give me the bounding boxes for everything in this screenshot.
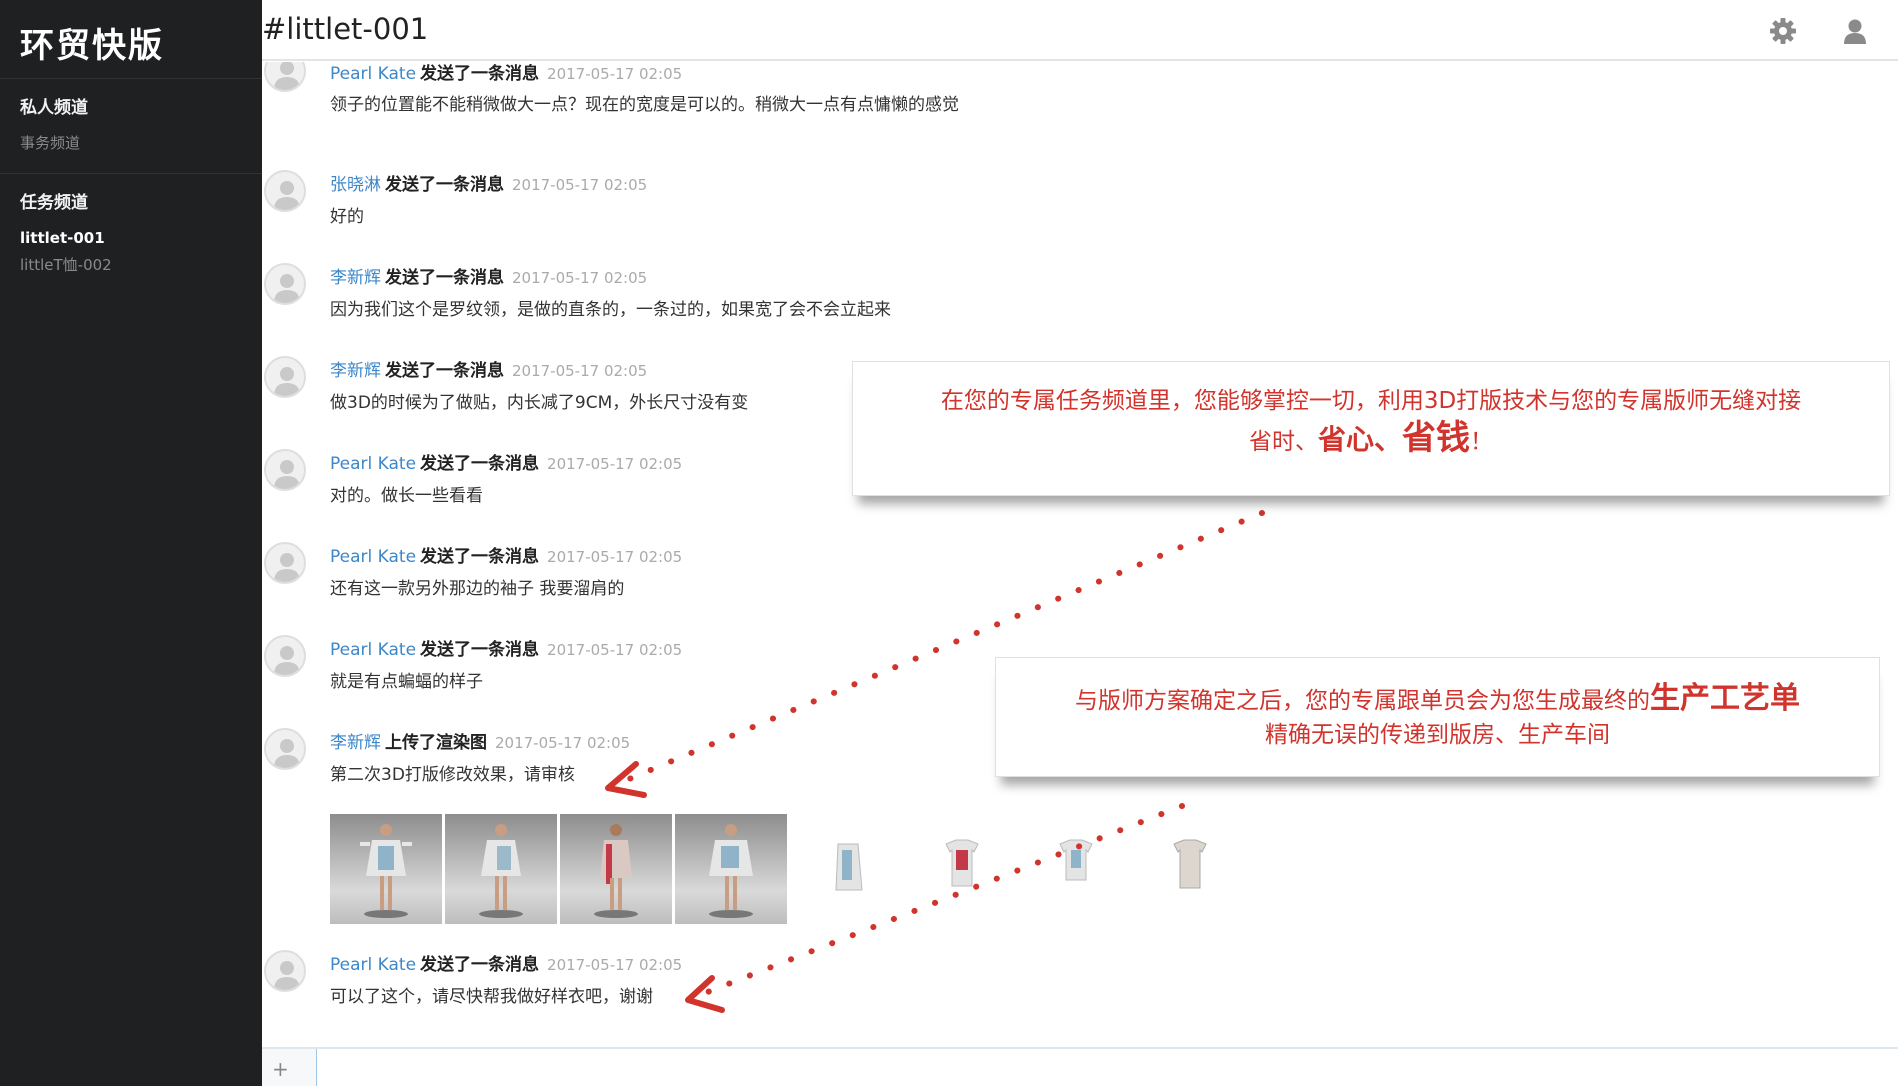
message-text: 可以了这个，请尽快帮我做好样衣吧，谢谢: [330, 987, 653, 1007]
avatar[interactable]: [264, 635, 306, 677]
message-header: 李新辉 发送了一条消息 2017-05-17 02:05: [330, 263, 647, 288]
render-thumbnail[interactable]: [675, 814, 787, 924]
message-author[interactable]: 李新辉: [330, 361, 381, 381]
message-time: 2017-05-17 02:05: [495, 734, 631, 752]
callout-process-sheet: 与版师方案确定之后，您的专属跟单员会为您生成最终的生产工艺单 精确无误的传递到版…: [995, 657, 1880, 777]
message-author[interactable]: Pearl Kate: [330, 64, 416, 84]
callout-emphasis: 生产工艺单: [1650, 681, 1800, 716]
garment-thumbnail[interactable]: [1170, 836, 1210, 896]
avatar[interactable]: [264, 263, 306, 305]
message-author[interactable]: Pearl Kate: [330, 640, 416, 660]
message-author[interactable]: Pearl Kate: [330, 547, 416, 567]
avatar[interactable]: [264, 356, 306, 398]
message-author[interactable]: 张晓淋: [330, 175, 381, 195]
avatar[interactable]: [264, 62, 306, 92]
message-time: 2017-05-17 02:05: [512, 269, 648, 287]
callout-slogan: 省时、省心、省钱！: [853, 418, 1889, 462]
message-header: 李新辉 上传了渲染图 2017-05-17 02:05: [330, 728, 630, 753]
message-action: 发送了一条消息: [420, 64, 540, 84]
task-channels-section: 任务频道 littlet-001 littleT恤-002: [0, 174, 262, 290]
avatar[interactable]: [264, 728, 306, 770]
add-attachment-button[interactable]: +: [272, 1057, 289, 1081]
message-list: Pearl Kate 发送了一条消息 2017-05-17 02:05 领子的位置能…: [262, 62, 1898, 1047]
message-composer: +: [262, 1047, 1898, 1086]
avatar[interactable]: [264, 950, 306, 992]
message-input[interactable]: [316, 1049, 1898, 1086]
message-text: 领子的位置能不能稍微做大一点？现在的宽度是可以的。稍微大一点有点慵懒的感觉: [330, 95, 959, 115]
message-action: 发送了一条消息: [420, 547, 540, 567]
message-action: 发送了一条消息: [385, 268, 504, 288]
callout-task-channel: 在您的专属任务频道里，您能够掌控一切，利用3D打版技术与您的专属版师无缝对接 省…: [852, 361, 1890, 496]
slogan-end: ！: [1470, 429, 1493, 455]
task-channels-title: 任务频道: [20, 193, 88, 213]
callout-line: 与版师方案确定之后，您的专属跟单员会为您生成最终的生产工艺单: [996, 682, 1879, 718]
message-header: Pearl Kate 发送了一条消息 2017-05-17 02:05: [330, 449, 682, 474]
render-thumbnail[interactable]: [330, 814, 442, 924]
message-time: 2017-05-17 02:05: [512, 176, 648, 194]
garment-thumbnail[interactable]: [828, 840, 868, 900]
slogan-save-worry: 省心、: [1317, 423, 1402, 456]
user-icon[interactable]: [1840, 16, 1870, 46]
sidebar-item-affairs[interactable]: 事务频道: [20, 128, 262, 159]
message-action: 上传了渲染图: [385, 733, 487, 753]
message-text: 好的: [330, 207, 364, 227]
message-time: 2017-05-17 02:05: [512, 362, 648, 380]
gear-icon[interactable]: [1768, 16, 1798, 46]
message-header: 张晓淋 发送了一条消息 2017-05-17 02:05: [330, 170, 647, 195]
message-header: 李新辉 发送了一条消息 2017-05-17 02:05: [330, 356, 647, 381]
callout-line: 在您的专属任务频道里，您能够掌控一切，利用3D打版技术与您的专属版师无缝对接: [940, 388, 1802, 414]
message-author[interactable]: Pearl Kate: [330, 955, 416, 975]
callout-line: 精确无误的传递到版房、生产车间: [1265, 722, 1610, 748]
avatar[interactable]: [264, 170, 306, 212]
avatar[interactable]: [264, 449, 306, 491]
garment-thumbnail[interactable]: [1056, 836, 1096, 896]
message-time: 2017-05-17 02:05: [547, 641, 683, 659]
slogan-save-money: 省钱: [1402, 418, 1470, 458]
sidebar: 环贸快版 私人频道 事务频道 任务频道 littlet-001 littleT恤…: [0, 0, 262, 1086]
message-time: 2017-05-17 02:05: [547, 455, 683, 473]
message-action: 发送了一条消息: [420, 955, 540, 975]
message-author[interactable]: 李新辉: [330, 268, 381, 288]
message-action: 发送了一条消息: [420, 640, 540, 660]
message-action: 发送了一条消息: [385, 175, 504, 195]
message-time: 2017-05-17 02:05: [547, 548, 683, 566]
message-time: 2017-05-17 02:05: [547, 956, 683, 974]
render-thumbnail[interactable]: [445, 814, 557, 924]
message-action: 发送了一条消息: [385, 361, 504, 381]
message-text: 第二次3D打版修改效果，请审核: [330, 765, 575, 785]
message-text: 因为我们这个是罗纹领，是做的直条的，一条过的，如果宽了会不会立起来: [330, 300, 891, 320]
message-text: 还有这一款另外那边的袖子 我要溜肩的: [330, 579, 625, 599]
message-header: Pearl Kate 发送了一条消息 2017-05-17 02:05: [330, 950, 682, 975]
message-time: 2017-05-17 02:05: [547, 65, 683, 83]
message-author[interactable]: Pearl Kate: [330, 454, 416, 474]
callout-prefix: 与版师方案确定之后，您的专属跟单员会为您生成最终的: [1075, 688, 1650, 714]
garment-thumbnail[interactable]: [942, 836, 982, 896]
avatar[interactable]: [264, 542, 306, 584]
message-author[interactable]: 李新辉: [330, 733, 381, 753]
message-header: Pearl Kate 发送了一条消息 2017-05-17 02:05: [330, 635, 682, 660]
private-channels-section: 私人频道 事务频道: [0, 79, 262, 174]
sidebar-item-littlet-001[interactable]: littlet-001: [20, 223, 262, 254]
channel-title: #littlet-001: [262, 12, 429, 46]
message-text: 就是有点蝙蝠的样子: [330, 672, 483, 692]
message-header: Pearl Kate 发送了一条消息 2017-05-17 02:05: [330, 62, 682, 84]
render-thumbnail[interactable]: [560, 814, 672, 924]
slogan-save-time: 省时、: [1248, 429, 1318, 455]
sidebar-item-littlet-002[interactable]: littleT恤-002: [20, 254, 262, 276]
app-brand: 环贸快版: [0, 0, 262, 79]
message-header: Pearl Kate 发送了一条消息 2017-05-17 02:05: [330, 542, 682, 567]
message-action: 发送了一条消息: [420, 454, 540, 474]
private-channels-title: 私人频道: [20, 98, 88, 118]
channel-header: #littlet-001: [262, 0, 1898, 61]
